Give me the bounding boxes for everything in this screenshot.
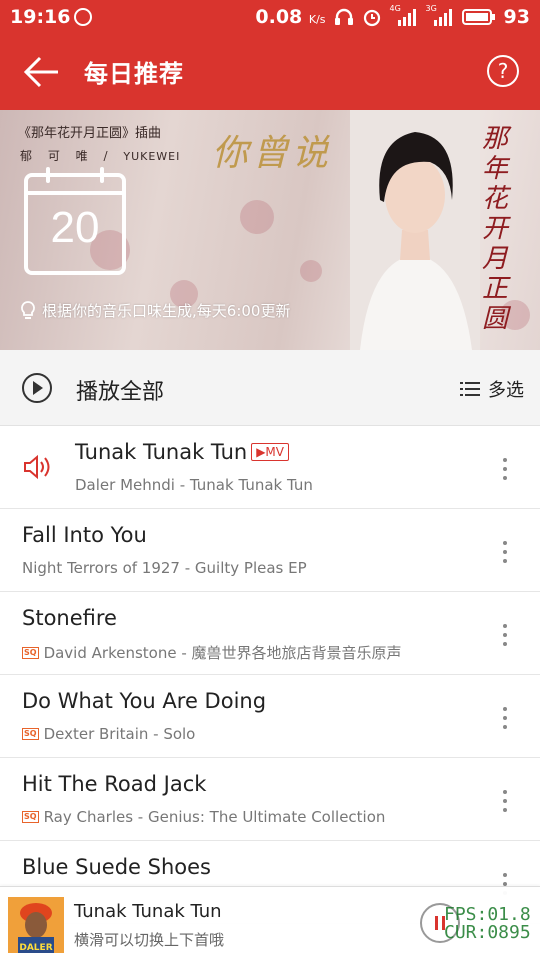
battery-icon	[461, 9, 495, 25]
blossom-decoration	[240, 200, 274, 234]
svg-text:DALER: DALER	[19, 943, 52, 953]
mini-player-album-art[interactable]: DALER	[8, 897, 64, 953]
status-indicators: 0.08 K/s 4G 3G 93	[255, 4, 530, 28]
song-subtitle: SQ David Arkenstone - 魔兽世界各地旅店背景音乐原声	[22, 644, 402, 662]
mini-player-title: Tunak Tunak Tun	[74, 901, 222, 922]
more-options-icon[interactable]	[502, 624, 508, 646]
calendar-icon: 20	[24, 167, 126, 275]
mini-player-hint: 横滑可以切换上下首哦	[74, 931, 225, 949]
status-time: 19:16	[10, 6, 71, 28]
song-title: Hit The Road Jack	[22, 772, 207, 796]
calendar-day: 20	[50, 203, 100, 252]
song-subtitle: SQ Ray Charles - Genius: The Ultimate Co…	[22, 808, 386, 826]
headphones-icon	[334, 8, 353, 25]
play-all-button[interactable]: 播放全部	[76, 374, 164, 406]
network-speed: 0.08 K/s	[255, 6, 326, 28]
mv-badge[interactable]: ▶MV	[251, 443, 289, 461]
more-options-icon[interactable]	[502, 541, 508, 563]
notification-icon	[74, 8, 92, 26]
list-icon	[460, 382, 480, 396]
song-row[interactable]: Tunak Tunak Tun ▶MV Daler Mehndi - Tunak …	[0, 426, 540, 509]
page-title: 每日推荐	[84, 60, 184, 88]
banner-caption: 《那年花开月正圆》插曲	[18, 126, 162, 141]
artist-portrait	[350, 110, 480, 350]
speaker-icon	[24, 454, 50, 480]
song-subtitle: Night Terrors of 1927 - Guilty Pleas EP	[22, 559, 307, 577]
lightbulb-icon	[21, 300, 35, 319]
song-row[interactable]: Fall Into You Night Terrors of 1927 - Gu…	[0, 509, 540, 592]
arrow-left-icon	[23, 56, 58, 88]
daily-banner: 《那年花开月正圆》插曲 郁 可 唯 / YUKEWEI 你曾说 那年花开月正圆 …	[0, 110, 540, 350]
banner-note: 根据你的音乐口味生成,每天6:00更新	[20, 300, 290, 321]
song-title: Stonefire	[22, 606, 117, 630]
song-title: Do What You Are Doing	[22, 689, 267, 713]
cur-readout: CUR:0895	[444, 922, 531, 943]
song-subtitle: Daler Mehndi - Tunak Tunak Tun	[75, 476, 313, 494]
signal-2: 3G	[426, 4, 454, 26]
signal-1: 4G	[390, 4, 418, 26]
song-title: Blue Suede Shoes	[22, 855, 211, 879]
blossom-decoration	[300, 260, 322, 282]
song-subtitle: SQ Dexter Britain - Solo	[22, 725, 196, 743]
play-all-bar: 播放全部 多选	[0, 350, 540, 426]
song-row[interactable]: Hit The Road Jack SQ Ray Charles - Geniu…	[0, 758, 540, 841]
play-circle-icon[interactable]	[22, 373, 52, 403]
sq-badge: SQ	[22, 728, 39, 740]
more-options-icon[interactable]	[502, 790, 508, 812]
song-title: Fall Into You	[22, 523, 147, 547]
debug-overlay: FPS:01.8 CUR:0895	[444, 906, 531, 942]
song-row[interactable]: Stonefire SQ David Arkenstone - 魔兽世界各地旅店…	[0, 592, 540, 675]
more-options-icon[interactable]	[502, 458, 508, 480]
battery-level: 93	[503, 6, 530, 28]
app-bar: 每日推荐 ?	[0, 34, 540, 110]
multi-select-button[interactable]: 多选	[460, 376, 524, 402]
help-button[interactable]: ?	[487, 55, 519, 87]
more-options-icon[interactable]	[502, 707, 508, 729]
back-button[interactable]	[22, 54, 62, 90]
banner-artist: 郁 可 唯 / YUKEWEI	[20, 149, 181, 163]
song-title: Tunak Tunak Tun ▶MV	[75, 440, 289, 464]
status-bar: 19:16 0.08 K/s 4G 3G 93	[0, 0, 540, 34]
album-art-title: 那年花开月正圆	[482, 124, 509, 334]
alarm-icon	[363, 9, 380, 27]
sq-badge: SQ	[22, 646, 39, 659]
sq-badge: SQ	[22, 811, 39, 823]
banner-song-art-title: 你曾说	[212, 133, 333, 174]
question-icon: ?	[497, 59, 509, 83]
song-row[interactable]: Do What You Are Doing SQ Dexter Britain …	[0, 675, 540, 758]
